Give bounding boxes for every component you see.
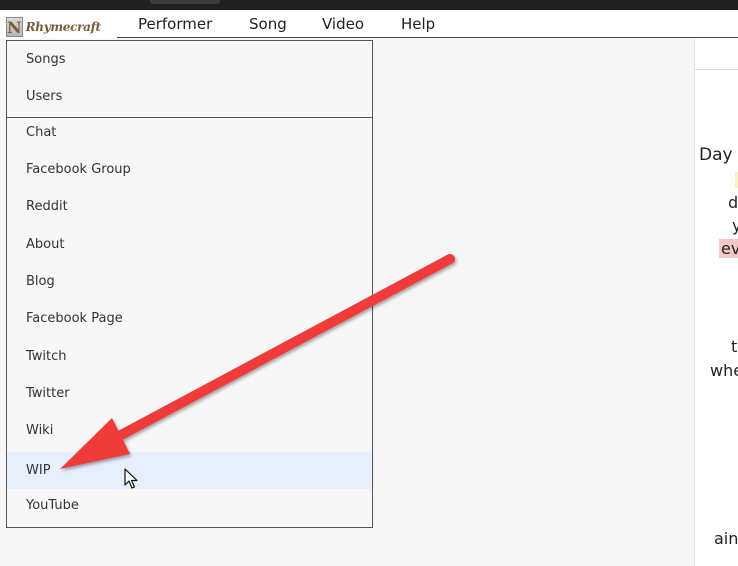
dropdown-item-blog[interactable]: Blog: [7, 263, 372, 300]
dropdown-item-twitch[interactable]: Twitch: [7, 338, 372, 375]
dropdown-item-chat[interactable]: Chat: [7, 114, 372, 151]
lyric-fragment-t: t: [731, 337, 738, 356]
menu-performer[interactable]: Performer: [138, 15, 212, 33]
lyric-fragment-day: Day: [699, 145, 733, 165]
dropdown-item-songs[interactable]: Songs: [7, 41, 372, 78]
lyric-fragment-ain: ain: [714, 529, 738, 548]
menu-help[interactable]: Help: [401, 15, 435, 33]
menubar-underline: [117, 37, 738, 38]
dropdown-item-about[interactable]: About: [7, 226, 372, 263]
dropdown-item-users[interactable]: Users: [7, 78, 372, 115]
performer-dropdown-menu: Songs Users Chat Facebook Group Reddit A…: [6, 40, 373, 528]
dropdown-item-reddit[interactable]: Reddit: [7, 188, 372, 225]
lyric-fragment-d: d: [728, 193, 738, 212]
menubar: N Rhymecraft Performer Song Video Help: [0, 10, 738, 38]
browser-top-strip: [0, 0, 738, 10]
lyrics-panel: Day d y ev t whe ain: [694, 38, 738, 566]
menu-video[interactable]: Video: [322, 15, 364, 33]
dropdown-item-facebook-page[interactable]: Facebook Page: [7, 300, 372, 337]
logo-mark-icon: N: [6, 17, 23, 37]
panel-header-separator: [695, 69, 738, 70]
lyric-fragment-whe: whe: [710, 361, 738, 380]
browser-tab-edge: [150, 0, 220, 4]
dropdown-item-twitter[interactable]: Twitter: [7, 375, 372, 412]
menu-song[interactable]: Song: [249, 15, 287, 33]
app-logo[interactable]: N Rhymecraft: [6, 17, 101, 37]
logo-text: Rhymecraft: [25, 20, 101, 34]
dropdown-item-youtube[interactable]: YouTube: [7, 487, 372, 524]
lyric-fragment-y: y: [732, 216, 738, 235]
mouse-cursor-icon: [124, 468, 138, 489]
lyric-fragment-ev-highlighted[interactable]: ev: [719, 239, 738, 258]
dropdown-item-wiki[interactable]: Wiki: [7, 412, 372, 449]
dropdown-item-facebook-group[interactable]: Facebook Group: [7, 151, 372, 188]
dropdown-item-wip[interactable]: WIP: [7, 452, 372, 489]
